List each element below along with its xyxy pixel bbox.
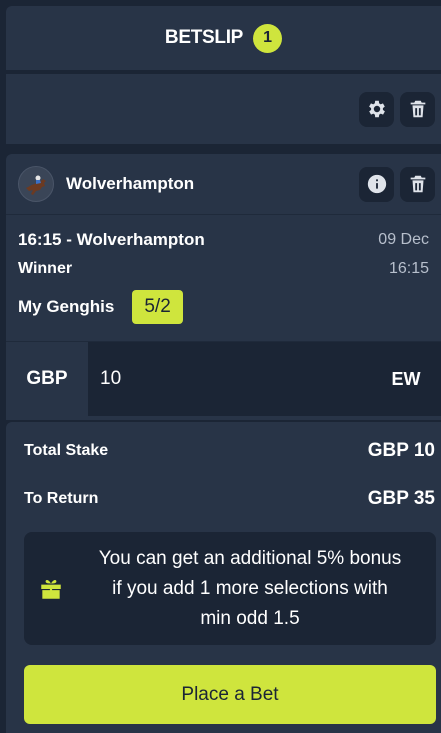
stake-input[interactable] (88, 342, 371, 416)
trash-icon (410, 175, 425, 193)
gear-icon (368, 100, 385, 118)
info-icon (367, 174, 386, 194)
betslip-toolbar (6, 74, 441, 144)
to-return-label: To Return (24, 490, 99, 507)
gift-icon (41, 579, 61, 599)
selection-details: 16:15 - Wolverhampton 09 Dec Winner 16:1… (6, 215, 441, 341)
event-name: Wolverhampton (66, 174, 195, 193)
remove-selection-button[interactable] (400, 166, 435, 202)
selection-count-badge: 1 (253, 23, 283, 53)
bonus-message: You can get an additional 5% bonus if yo… (78, 544, 422, 634)
to-return-row: To Return GBP 35 (24, 488, 435, 510)
jockey-silk (18, 166, 54, 202)
race-time: 16:15 (388, 260, 429, 277)
betslip-title: BETSLIP (164, 27, 244, 48)
race-date: 09 Dec (378, 231, 429, 248)
currency-label: GBP (6, 342, 88, 416)
bonus-info-box: You can get an additional 5% bonus if yo… (24, 532, 436, 645)
runner-name: My Genghis (18, 297, 115, 316)
bet-summary: Total Stake GBP 10 To Return GBP 35 You … (6, 422, 441, 733)
bonus-line-3: min odd 1.5 (200, 607, 300, 629)
total-stake-value: GBP 10 (367, 440, 435, 461)
odds-badge: 5/2 (132, 290, 183, 324)
market-name: Winner (18, 260, 73, 277)
horse-icon (26, 175, 46, 195)
bonus-line-1: You can get an additional 5% bonus (98, 547, 402, 569)
stake-row: GBP EW (6, 341, 441, 416)
to-return-value: GBP 35 (367, 488, 435, 509)
total-stake-label: Total Stake (24, 442, 109, 459)
trash-icon (410, 100, 425, 118)
selection-card: Wolverhampton 16:15 - Wolverhampton 09 D… (6, 154, 441, 420)
clear-all-button[interactable] (400, 91, 435, 127)
each-way-toggle[interactable]: EW (371, 342, 441, 416)
bonus-line-2: if you add 1 more selections with (112, 577, 388, 599)
betslip-header: BETSLIP 1 (6, 6, 441, 70)
race-name: 16:15 - Wolverhampton (18, 230, 205, 249)
place-bet-button[interactable]: Place a Bet (24, 665, 436, 724)
total-stake-row: Total Stake GBP 10 (24, 440, 435, 462)
settings-button[interactable] (359, 91, 394, 127)
info-button[interactable] (359, 166, 394, 202)
event-header: Wolverhampton (6, 154, 441, 215)
